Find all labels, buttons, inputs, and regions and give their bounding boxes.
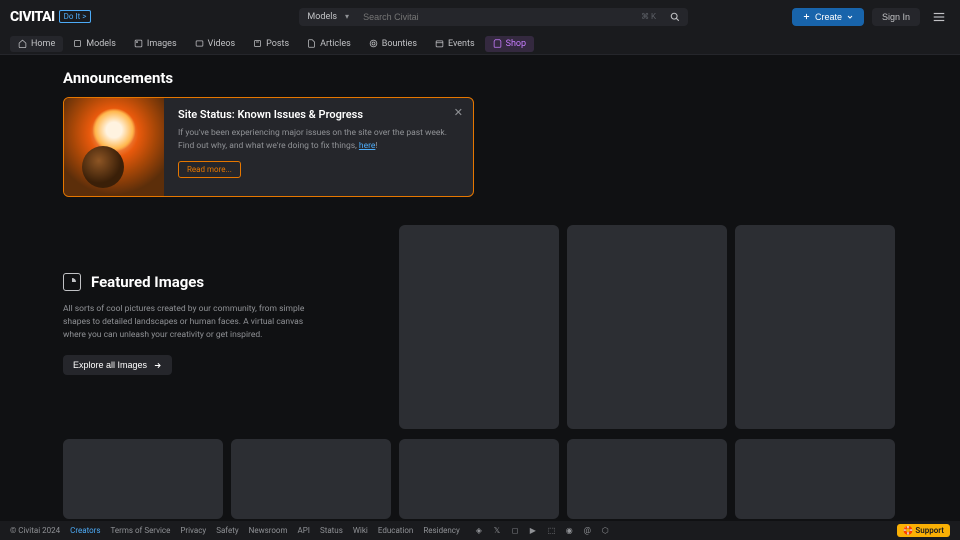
footer-privacy[interactable]: Privacy [180, 526, 206, 535]
models-icon [73, 39, 82, 48]
videos-icon [195, 39, 204, 48]
image-card[interactable] [399, 439, 559, 519]
announcements-heading: Announcements [63, 69, 897, 87]
footer-newsroom[interactable]: Newsroom [249, 526, 288, 535]
tab-models[interactable]: Models [65, 36, 124, 52]
footer-wiki[interactable]: Wiki [353, 526, 368, 535]
chevron-down-icon [846, 13, 854, 21]
announcement-desc: If you've been experiencing major issues… [178, 127, 459, 153]
top-header: CIVITAI Do It > Models ⌘ K Create Sign I… [0, 0, 960, 33]
posts-icon [253, 39, 262, 48]
logo[interactable]: CIVITAI Do It > [10, 9, 91, 25]
articles-icon [307, 39, 316, 48]
x-icon[interactable]: 𝕏 [494, 526, 504, 536]
discord-icon[interactable]: ◈ [476, 526, 486, 536]
footer-creators[interactable]: Creators [70, 526, 100, 535]
featured-grid [399, 225, 897, 429]
footer-status[interactable]: Status [320, 526, 343, 535]
tab-shop[interactable]: Shop [485, 36, 535, 52]
hamburger-icon [932, 10, 946, 24]
plus-icon [802, 12, 811, 21]
youtube-icon[interactable]: ▶ [530, 526, 540, 536]
read-more-button[interactable]: Read more... [178, 161, 241, 178]
tab-posts[interactable]: Posts [245, 36, 297, 52]
search-category-select[interactable]: Models [299, 8, 355, 26]
footer: © Civitai 2024 Creators Terms of Service… [0, 521, 960, 540]
menu-button[interactable] [928, 6, 950, 28]
featured-section: Featured Images All sorts of cool pictur… [63, 225, 897, 429]
footer-safety[interactable]: Safety [216, 526, 238, 535]
footer-education[interactable]: Education [378, 526, 413, 535]
tab-home[interactable]: Home [10, 36, 63, 52]
arrow-right-icon [153, 361, 162, 370]
github-icon[interactable]: ⬡ [602, 526, 612, 536]
nav-tabs: Home Models Images Videos Posts Articles… [0, 33, 960, 55]
image-icon [63, 273, 81, 291]
instagram-icon[interactable]: ◻ [512, 526, 522, 536]
search-button[interactable] [662, 8, 688, 26]
announcement-link[interactable]: here [359, 141, 376, 151]
featured-intro: Featured Images All sorts of cool pictur… [63, 225, 389, 429]
search-shortcut: ⌘ K [635, 8, 662, 26]
close-icon[interactable]: ✕ [454, 106, 463, 119]
bounties-icon [369, 39, 378, 48]
image-card[interactable] [735, 439, 895, 519]
image-card[interactable] [567, 439, 727, 519]
tab-bounties[interactable]: Bounties [361, 36, 425, 52]
featured-grid-row2 [63, 439, 897, 519]
footer-social: ◈ 𝕏 ◻ ▶ ⬚ ◉ @ ⬡ [476, 526, 612, 536]
footer-copyright: © Civitai 2024 [10, 526, 60, 535]
announcement-title: Site Status: Known Issues & Progress [178, 108, 459, 121]
footer-tos[interactable]: Terms of Service [111, 526, 171, 535]
home-icon [18, 39, 27, 48]
tab-videos[interactable]: Videos [187, 36, 244, 52]
announcement-card: Site Status: Known Issues & Progress If … [63, 97, 474, 197]
featured-title: Featured Images [91, 273, 204, 291]
create-button[interactable]: Create [792, 8, 864, 26]
twitch-icon[interactable]: ⬚ [548, 526, 558, 536]
reddit-icon[interactable]: ◉ [566, 526, 576, 536]
image-card[interactable] [63, 439, 223, 519]
announcement-body: Site Status: Known Issues & Progress If … [164, 98, 473, 196]
image-card[interactable] [567, 225, 727, 429]
logo-badge: Do It > [59, 10, 92, 23]
image-card[interactable] [399, 225, 559, 429]
footer-api[interactable]: API [298, 526, 310, 535]
featured-desc: All sorts of cool pictures created by ou… [63, 303, 323, 341]
main-content: Announcements Site Status: Known Issues … [0, 55, 960, 519]
tab-articles[interactable]: Articles [299, 36, 359, 52]
search-bar: Models ⌘ K [299, 8, 688, 26]
search-icon [670, 12, 680, 22]
images-icon [134, 39, 143, 48]
events-icon [435, 39, 444, 48]
logo-text: CIVITAI [10, 9, 55, 25]
signin-button[interactable]: Sign In [872, 8, 920, 26]
footer-residency[interactable]: Residency [423, 526, 459, 535]
support-button[interactable]: 🛟 Support [897, 524, 950, 537]
threads-icon[interactable]: @ [584, 526, 594, 536]
announcement-image [64, 98, 164, 197]
explore-images-button[interactable]: Explore all Images [63, 355, 172, 375]
image-card[interactable] [735, 225, 895, 429]
tab-events[interactable]: Events [427, 36, 483, 52]
tab-images[interactable]: Images [126, 36, 185, 52]
image-card[interactable] [231, 439, 391, 519]
shop-icon [493, 39, 502, 48]
search-input[interactable] [355, 8, 635, 26]
